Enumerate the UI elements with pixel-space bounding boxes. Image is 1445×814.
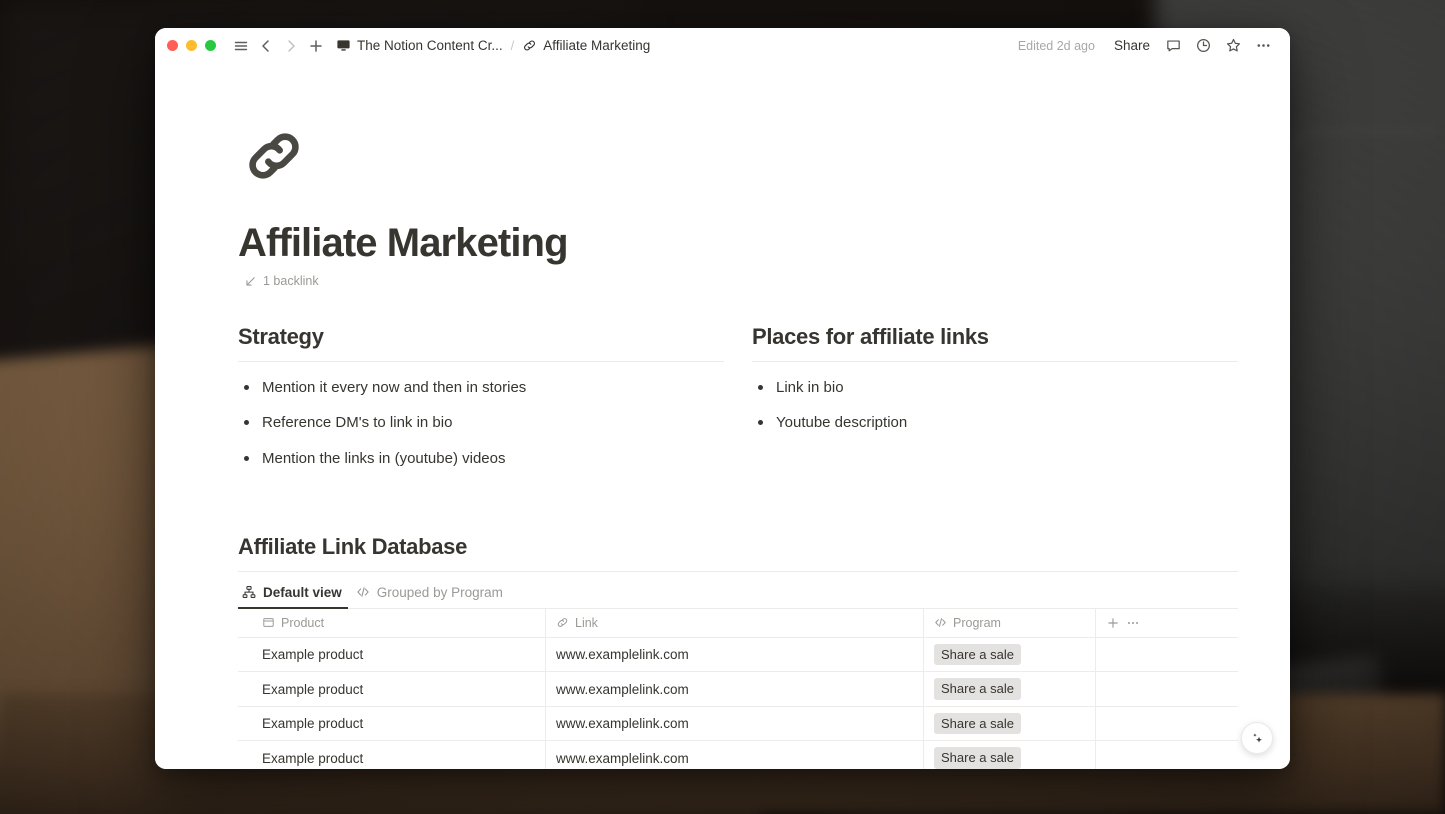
last-edited-label: Edited 2d ago	[1017, 38, 1095, 53]
tab-default-view-label: Default view	[263, 584, 342, 600]
breadcrumb: The Notion Content Cr... / Affiliate Mar…	[336, 38, 650, 53]
cell-empty[interactable]	[1096, 707, 1238, 741]
cell-program[interactable]: Share a sale	[924, 672, 1096, 706]
window-titlebar: The Notion Content Cr... / Affiliate Mar…	[155, 28, 1290, 63]
table-row[interactable]: Example product www.examplelink.com Shar…	[238, 706, 1238, 742]
share-button[interactable]: Share	[1108, 35, 1156, 56]
column-header-product[interactable]: Product	[238, 608, 546, 637]
cell-link[interactable]: www.examplelink.com	[546, 672, 924, 706]
cell-empty[interactable]	[1096, 672, 1238, 706]
status-badge: Share a sale	[934, 747, 1021, 769]
cell-product[interactable]: Example product	[238, 672, 546, 706]
list-item[interactable]: Mention it every now and then in stories	[238, 376, 724, 399]
status-badge: Share a sale	[934, 643, 1021, 666]
cell-product[interactable]: Example product	[238, 741, 546, 769]
breadcrumb-page[interactable]: Affiliate Marketing	[522, 38, 650, 53]
strategy-bullet-list: Mention it every now and then in stories…	[238, 376, 724, 470]
code-icon	[934, 616, 947, 629]
sparkle-icon	[1249, 730, 1266, 747]
ellipsis-icon[interactable]	[1250, 33, 1276, 59]
cell-program[interactable]: Share a sale	[924, 637, 1096, 672]
close-window-button[interactable]	[167, 40, 178, 51]
column-header-program-label: Program	[953, 615, 1001, 630]
desktop-background: The Notion Content Cr... / Affiliate Mar…	[0, 0, 1445, 814]
affiliate-link-database: Affiliate Link Database Default view Gro…	[238, 534, 1238, 769]
table-header-row: Product Link Program	[238, 608, 1238, 638]
tab-grouped-by-program[interactable]: Grouped by Program	[352, 578, 509, 608]
maximize-window-button[interactable]	[205, 40, 216, 51]
sitemap-icon	[242, 585, 256, 599]
menu-icon[interactable]	[230, 35, 252, 57]
column-header-link[interactable]: Link	[546, 608, 924, 637]
breadcrumb-workspace[interactable]: The Notion Content Cr...	[336, 38, 503, 53]
database-view-tabs: Default view Grouped by Program	[238, 578, 1238, 609]
breadcrumb-workspace-label: The Notion Content Cr...	[357, 38, 503, 53]
titlebar-actions: Edited 2d ago Share	[1018, 33, 1276, 59]
link-icon	[522, 38, 537, 53]
star-icon[interactable]	[1220, 33, 1246, 59]
cell-link[interactable]: www.examplelink.com	[546, 741, 924, 769]
database-table: Product Link Program Example product www…	[238, 608, 1238, 769]
chevron-right-icon[interactable]	[280, 35, 302, 57]
clock-icon[interactable]	[1190, 33, 1216, 59]
page-title[interactable]: Affiliate Marketing	[238, 220, 1238, 266]
cell-program[interactable]: Share a sale	[924, 741, 1096, 769]
status-badge: Share a sale	[934, 712, 1021, 735]
backlink-label: 1 backlink	[263, 274, 319, 288]
table-header-actions	[1096, 609, 1238, 637]
table-row[interactable]: Example product www.examplelink.com Shar…	[238, 672, 1238, 707]
traffic-light-controls	[167, 40, 216, 51]
page-scroll-area[interactable]: Affiliate Marketing 1 backlink Strategy	[155, 63, 1290, 769]
heading-places-for-affiliate-links[interactable]: Places for affiliate links	[752, 324, 1238, 362]
heading-strategy[interactable]: Strategy	[238, 324, 724, 362]
column-header-program[interactable]: Program	[924, 608, 1096, 637]
title-field-icon	[262, 616, 275, 629]
column-options-icon[interactable]	[1126, 616, 1140, 630]
link-chain-icon[interactable]	[238, 120, 310, 192]
backlink-indicator[interactable]: 1 backlink	[244, 274, 1238, 288]
table-row[interactable]: Example product www.examplelink.com Shar…	[238, 637, 1238, 673]
arrow-down-left-icon	[244, 275, 257, 288]
cell-empty[interactable]	[1096, 638, 1238, 672]
plus-icon[interactable]	[305, 35, 327, 57]
code-icon	[356, 585, 370, 599]
breadcrumb-separator: /	[510, 38, 515, 53]
list-item[interactable]: Youtube description	[752, 411, 1238, 434]
list-item[interactable]: Link in bio	[752, 376, 1238, 399]
add-column-icon[interactable]	[1106, 616, 1120, 630]
column-header-link-label: Link	[575, 615, 598, 630]
cell-program[interactable]: Share a sale	[924, 706, 1096, 741]
places-bullet-list: Link in bio Youtube description	[752, 376, 1238, 435]
cell-link[interactable]: www.examplelink.com	[546, 637, 924, 672]
column-places-for-affiliate-links: Places for affiliate links Link in bio Y…	[752, 324, 1238, 482]
table-row[interactable]: Example product www.examplelink.com Shar…	[238, 741, 1238, 769]
cell-link[interactable]: www.examplelink.com	[546, 706, 924, 741]
cell-empty[interactable]	[1096, 741, 1238, 769]
column-strategy: Strategy Mention it every now and then i…	[238, 324, 724, 482]
database-title[interactable]: Affiliate Link Database	[238, 534, 1238, 572]
cell-product[interactable]: Example product	[238, 706, 546, 741]
notion-app-window: The Notion Content Cr... / Affiliate Mar…	[155, 28, 1290, 769]
column-header-product-label: Product	[281, 615, 325, 630]
monitor-icon	[336, 38, 351, 53]
navigation-controls	[230, 35, 327, 57]
minimize-window-button[interactable]	[186, 40, 197, 51]
comment-icon[interactable]	[1160, 33, 1186, 59]
tab-grouped-by-program-label: Grouped by Program	[376, 584, 503, 600]
tab-default-view[interactable]: Default view	[238, 578, 348, 609]
cell-product[interactable]: Example product	[238, 637, 546, 672]
chevron-left-icon[interactable]	[255, 35, 277, 57]
breadcrumb-page-label: Affiliate Marketing	[543, 38, 651, 53]
list-item[interactable]: Mention the links in (youtube) videos	[238, 447, 724, 470]
status-badge: Share a sale	[934, 678, 1021, 700]
ai-assistant-button[interactable]	[1241, 722, 1273, 754]
link-icon	[556, 616, 569, 629]
list-item[interactable]: Reference DM's to link in bio	[238, 411, 724, 434]
two-column-block: Strategy Mention it every now and then i…	[238, 324, 1238, 482]
